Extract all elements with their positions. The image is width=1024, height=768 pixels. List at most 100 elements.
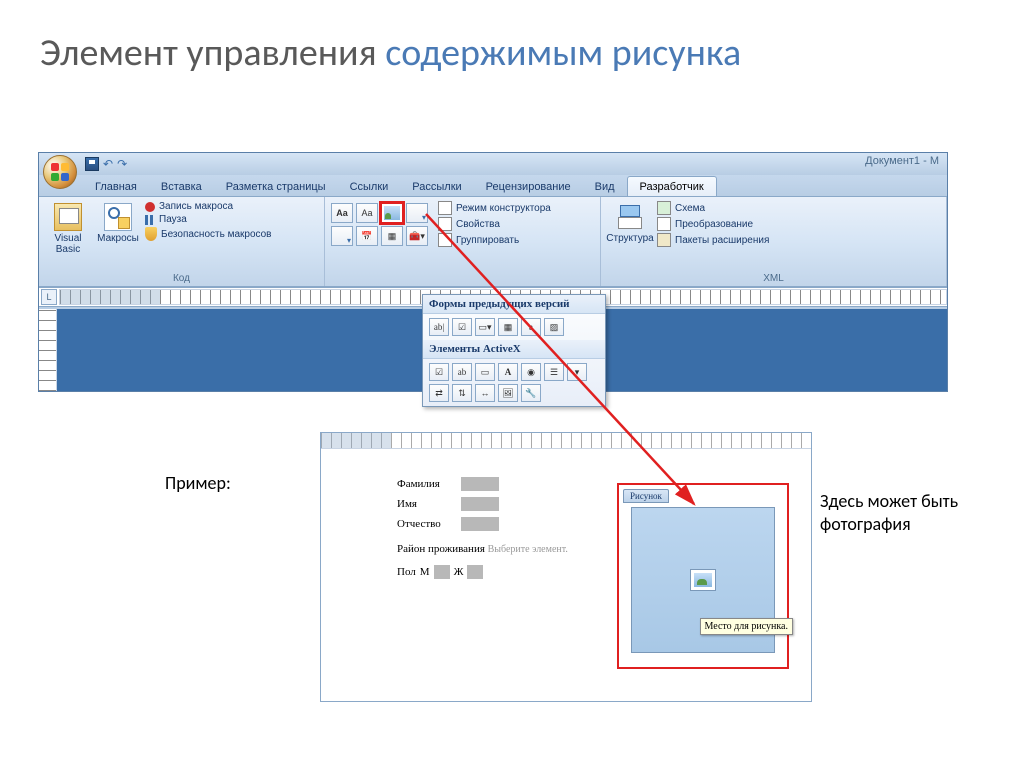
- macros-button[interactable]: Макросы: [95, 201, 141, 244]
- combo-box-control[interactable]: [406, 203, 428, 223]
- pause-icon: [145, 215, 155, 225]
- structure-label: Структура: [606, 233, 653, 244]
- design-mode-button[interactable]: Режим конструктора: [438, 201, 551, 215]
- schema-icon: [657, 201, 671, 215]
- legacy-textfield-icon[interactable]: ab|: [429, 318, 449, 336]
- field-patronymic[interactable]: [461, 517, 499, 531]
- building-block-control[interactable]: ▦: [381, 226, 403, 246]
- legacy-frame-icon[interactable]: ▦: [498, 318, 518, 336]
- label-f: Ж: [454, 566, 464, 578]
- tab-home[interactable]: Главная: [83, 177, 149, 196]
- title-part-1: Элемент управления: [40, 30, 385, 76]
- checkbox-m[interactable]: [434, 565, 450, 579]
- label-surname: Фамилия: [397, 478, 455, 490]
- quick-access-toolbar: ↶ ↷ Документ1 - M: [39, 153, 947, 175]
- group-label-xml: XML: [607, 271, 940, 284]
- ax-list-icon[interactable]: ☰: [544, 363, 564, 381]
- date-picker-control[interactable]: 📅: [356, 226, 378, 246]
- schema-button[interactable]: Схема: [657, 201, 769, 215]
- ax-spin-icon[interactable]: ⇅: [452, 384, 472, 402]
- group-icon: [438, 233, 452, 247]
- transform-button[interactable]: Преобразование: [657, 217, 769, 231]
- pause-button[interactable]: Пауза: [145, 214, 272, 225]
- record-macro-button[interactable]: Запись макроса: [145, 201, 272, 212]
- legacy-tools-dropdown[interactable]: 🧰▾: [406, 226, 428, 246]
- package-icon: [657, 233, 671, 247]
- label-gender: Пол: [397, 566, 416, 578]
- ax-scroll-icon[interactable]: ↔: [475, 384, 495, 402]
- ribbon-body: Visual Basic Макросы Запись макроса Пауз…: [39, 197, 947, 287]
- label-region: Район проживания: [397, 543, 485, 555]
- transform-icon: [657, 217, 671, 231]
- label-name: Имя: [397, 498, 455, 510]
- field-surname[interactable]: [461, 477, 499, 491]
- picture-tooltip: Место для рисунка.: [700, 618, 793, 635]
- design-mode-icon: [438, 201, 452, 215]
- ax-toggle-icon[interactable]: ⇄: [429, 384, 449, 402]
- ribbon-group-controls: Aa Aa 📅 ▦ 🧰▾ Режим конструктора: [325, 197, 601, 286]
- macro-security-button[interactable]: Безопасность макросов: [145, 227, 272, 241]
- legacy-label-icon[interactable]: a: [521, 318, 541, 336]
- photo-note: Здесь может быть фотография: [820, 490, 966, 535]
- legacy-forms-header: Формы предыдущих версий: [423, 295, 605, 314]
- legacy-shade-icon[interactable]: ▨: [544, 318, 564, 336]
- record-icon: [145, 202, 155, 212]
- ribbon-group-xml: Структура Схема Преобразование Пакеты ра…: [601, 197, 947, 286]
- structure-icon: [616, 203, 644, 231]
- tab-review[interactable]: Рецензирование: [474, 177, 583, 196]
- window-title: Документ1 - M: [865, 155, 939, 167]
- field-name[interactable]: [461, 497, 499, 511]
- legacy-dropdown-icon[interactable]: ▭▾: [475, 318, 495, 336]
- form-document: Фамилия Имя Отчество Район проживания Вы…: [320, 432, 812, 702]
- redo-icon[interactable]: ↷: [117, 158, 127, 170]
- tab-insert[interactable]: Вставка: [149, 177, 214, 196]
- office-button[interactable]: [43, 155, 77, 189]
- legacy-tools-popup: Формы предыдущих версий ab| ☑ ▭▾ ▦ a ▨ Э…: [422, 294, 606, 407]
- picture-content-control[interactable]: [381, 203, 403, 223]
- expansion-packs-button[interactable]: Пакеты расширения: [657, 233, 769, 247]
- macros-label: Макросы: [97, 233, 139, 244]
- shield-icon: [145, 227, 157, 241]
- rich-text-control[interactable]: Aa: [331, 203, 353, 223]
- dropdown-list-control[interactable]: [331, 226, 353, 246]
- ax-checkbox-icon[interactable]: ☑: [429, 363, 449, 381]
- group-label-code: Код: [45, 271, 318, 284]
- ax-combo-icon[interactable]: ▾: [567, 363, 587, 381]
- tab-layout[interactable]: Разметка страницы: [214, 177, 338, 196]
- ribbon-tabs: Главная Вставка Разметка страницы Ссылки…: [39, 175, 947, 197]
- visual-basic-button[interactable]: Visual Basic: [45, 201, 91, 255]
- vertical-ruler[interactable]: [39, 309, 57, 391]
- undo-icon[interactable]: ↶: [103, 158, 113, 170]
- ax-option-icon[interactable]: ◉: [521, 363, 541, 381]
- ax-label-icon[interactable]: A: [498, 363, 518, 381]
- ax-textbox-icon[interactable]: ab: [452, 363, 472, 381]
- vb-label: Visual Basic: [45, 233, 91, 255]
- tab-view[interactable]: Вид: [583, 177, 627, 196]
- form-ruler[interactable]: [321, 433, 811, 449]
- tab-mailings[interactable]: Рассылки: [400, 177, 473, 196]
- plain-text-control[interactable]: Aa: [356, 203, 378, 223]
- activex-header: Элементы ActiveX: [423, 340, 605, 359]
- checkbox-f[interactable]: [467, 565, 483, 579]
- tab-stop-selector[interactable]: L: [41, 289, 57, 305]
- properties-button[interactable]: Свойства: [438, 217, 551, 231]
- office-logo-icon: [51, 163, 69, 181]
- example-label: Пример:: [165, 472, 231, 494]
- ribbon-group-code: Visual Basic Макросы Запись макроса Пауз…: [39, 197, 325, 286]
- picture-control-container: Рисунок Место для рисунка.: [617, 483, 789, 669]
- save-icon[interactable]: [85, 157, 99, 171]
- ax-image-icon[interactable]: 🖼: [498, 384, 518, 402]
- ax-more-icon[interactable]: 🔧: [521, 384, 541, 402]
- picture-control-tab[interactable]: Рисунок: [623, 489, 669, 503]
- macros-icon: [104, 203, 132, 231]
- group-button[interactable]: Группировать: [438, 233, 551, 247]
- tab-references[interactable]: Ссылки: [338, 177, 401, 196]
- structure-button[interactable]: Структура: [607, 201, 653, 244]
- tab-developer[interactable]: Разработчик: [627, 176, 717, 196]
- legacy-checkbox-icon[interactable]: ☑: [452, 318, 472, 336]
- form-body: Фамилия Имя Отчество Район проживания Вы…: [321, 449, 811, 701]
- properties-icon: [438, 217, 452, 231]
- region-placeholder[interactable]: Выберите элемент.: [488, 544, 568, 555]
- ax-button-icon[interactable]: ▭: [475, 363, 495, 381]
- title-part-2: содержимым рисунка: [385, 30, 741, 76]
